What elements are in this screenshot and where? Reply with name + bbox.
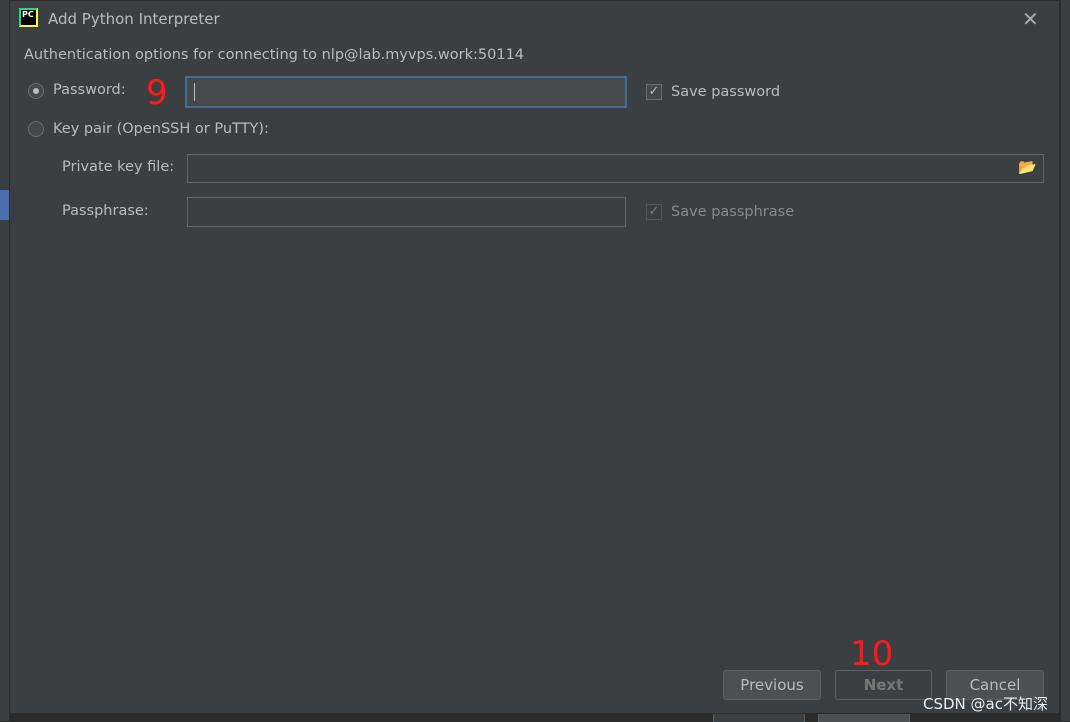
- step-9-annotation: 9: [146, 73, 168, 113]
- keypair-label: Key pair (OpenSSH or PuTTY):: [53, 121, 269, 137]
- dialog-title: Add Python Interpreter: [48, 10, 220, 28]
- save-passphrase-label: Save passphrase: [671, 204, 795, 220]
- passphrase-label: Passphrase:: [62, 203, 149, 219]
- background-selected-item: [0, 190, 9, 220]
- passphrase-input[interactable]: [187, 197, 626, 227]
- background-panel: [1060, 0, 1070, 721]
- background-sidebar: [0, 0, 9, 721]
- previous-button[interactable]: Previous: [723, 670, 821, 700]
- folder-icon[interactable]: 📂: [1018, 158, 1037, 176]
- close-icon[interactable]: ✕: [1022, 7, 1039, 31]
- save-password-checkbox[interactable]: ✓: [646, 84, 662, 100]
- save-passphrase-checkbox[interactable]: ✓: [646, 204, 662, 220]
- private-key-input[interactable]: 📂: [187, 154, 1044, 183]
- save-password-label: Save password: [671, 84, 781, 100]
- keypair-radio[interactable]: [28, 121, 44, 137]
- step-10-annotation: 10: [850, 634, 894, 674]
- password-input[interactable]: [185, 76, 627, 108]
- password-radio[interactable]: [28, 83, 44, 99]
- pycharm-logo-icon: PC: [19, 8, 38, 27]
- watermark: CSDN @ac不知深: [923, 695, 1048, 713]
- next-button[interactable]: Next: [835, 670, 932, 700]
- auth-header: Authentication options for connecting to…: [24, 47, 525, 63]
- add-python-interpreter-dialog: PC Add Python Interpreter ✕ Authenticati…: [9, 0, 1060, 714]
- private-key-label: Private key file:: [62, 159, 175, 175]
- password-label: Password:: [53, 82, 126, 98]
